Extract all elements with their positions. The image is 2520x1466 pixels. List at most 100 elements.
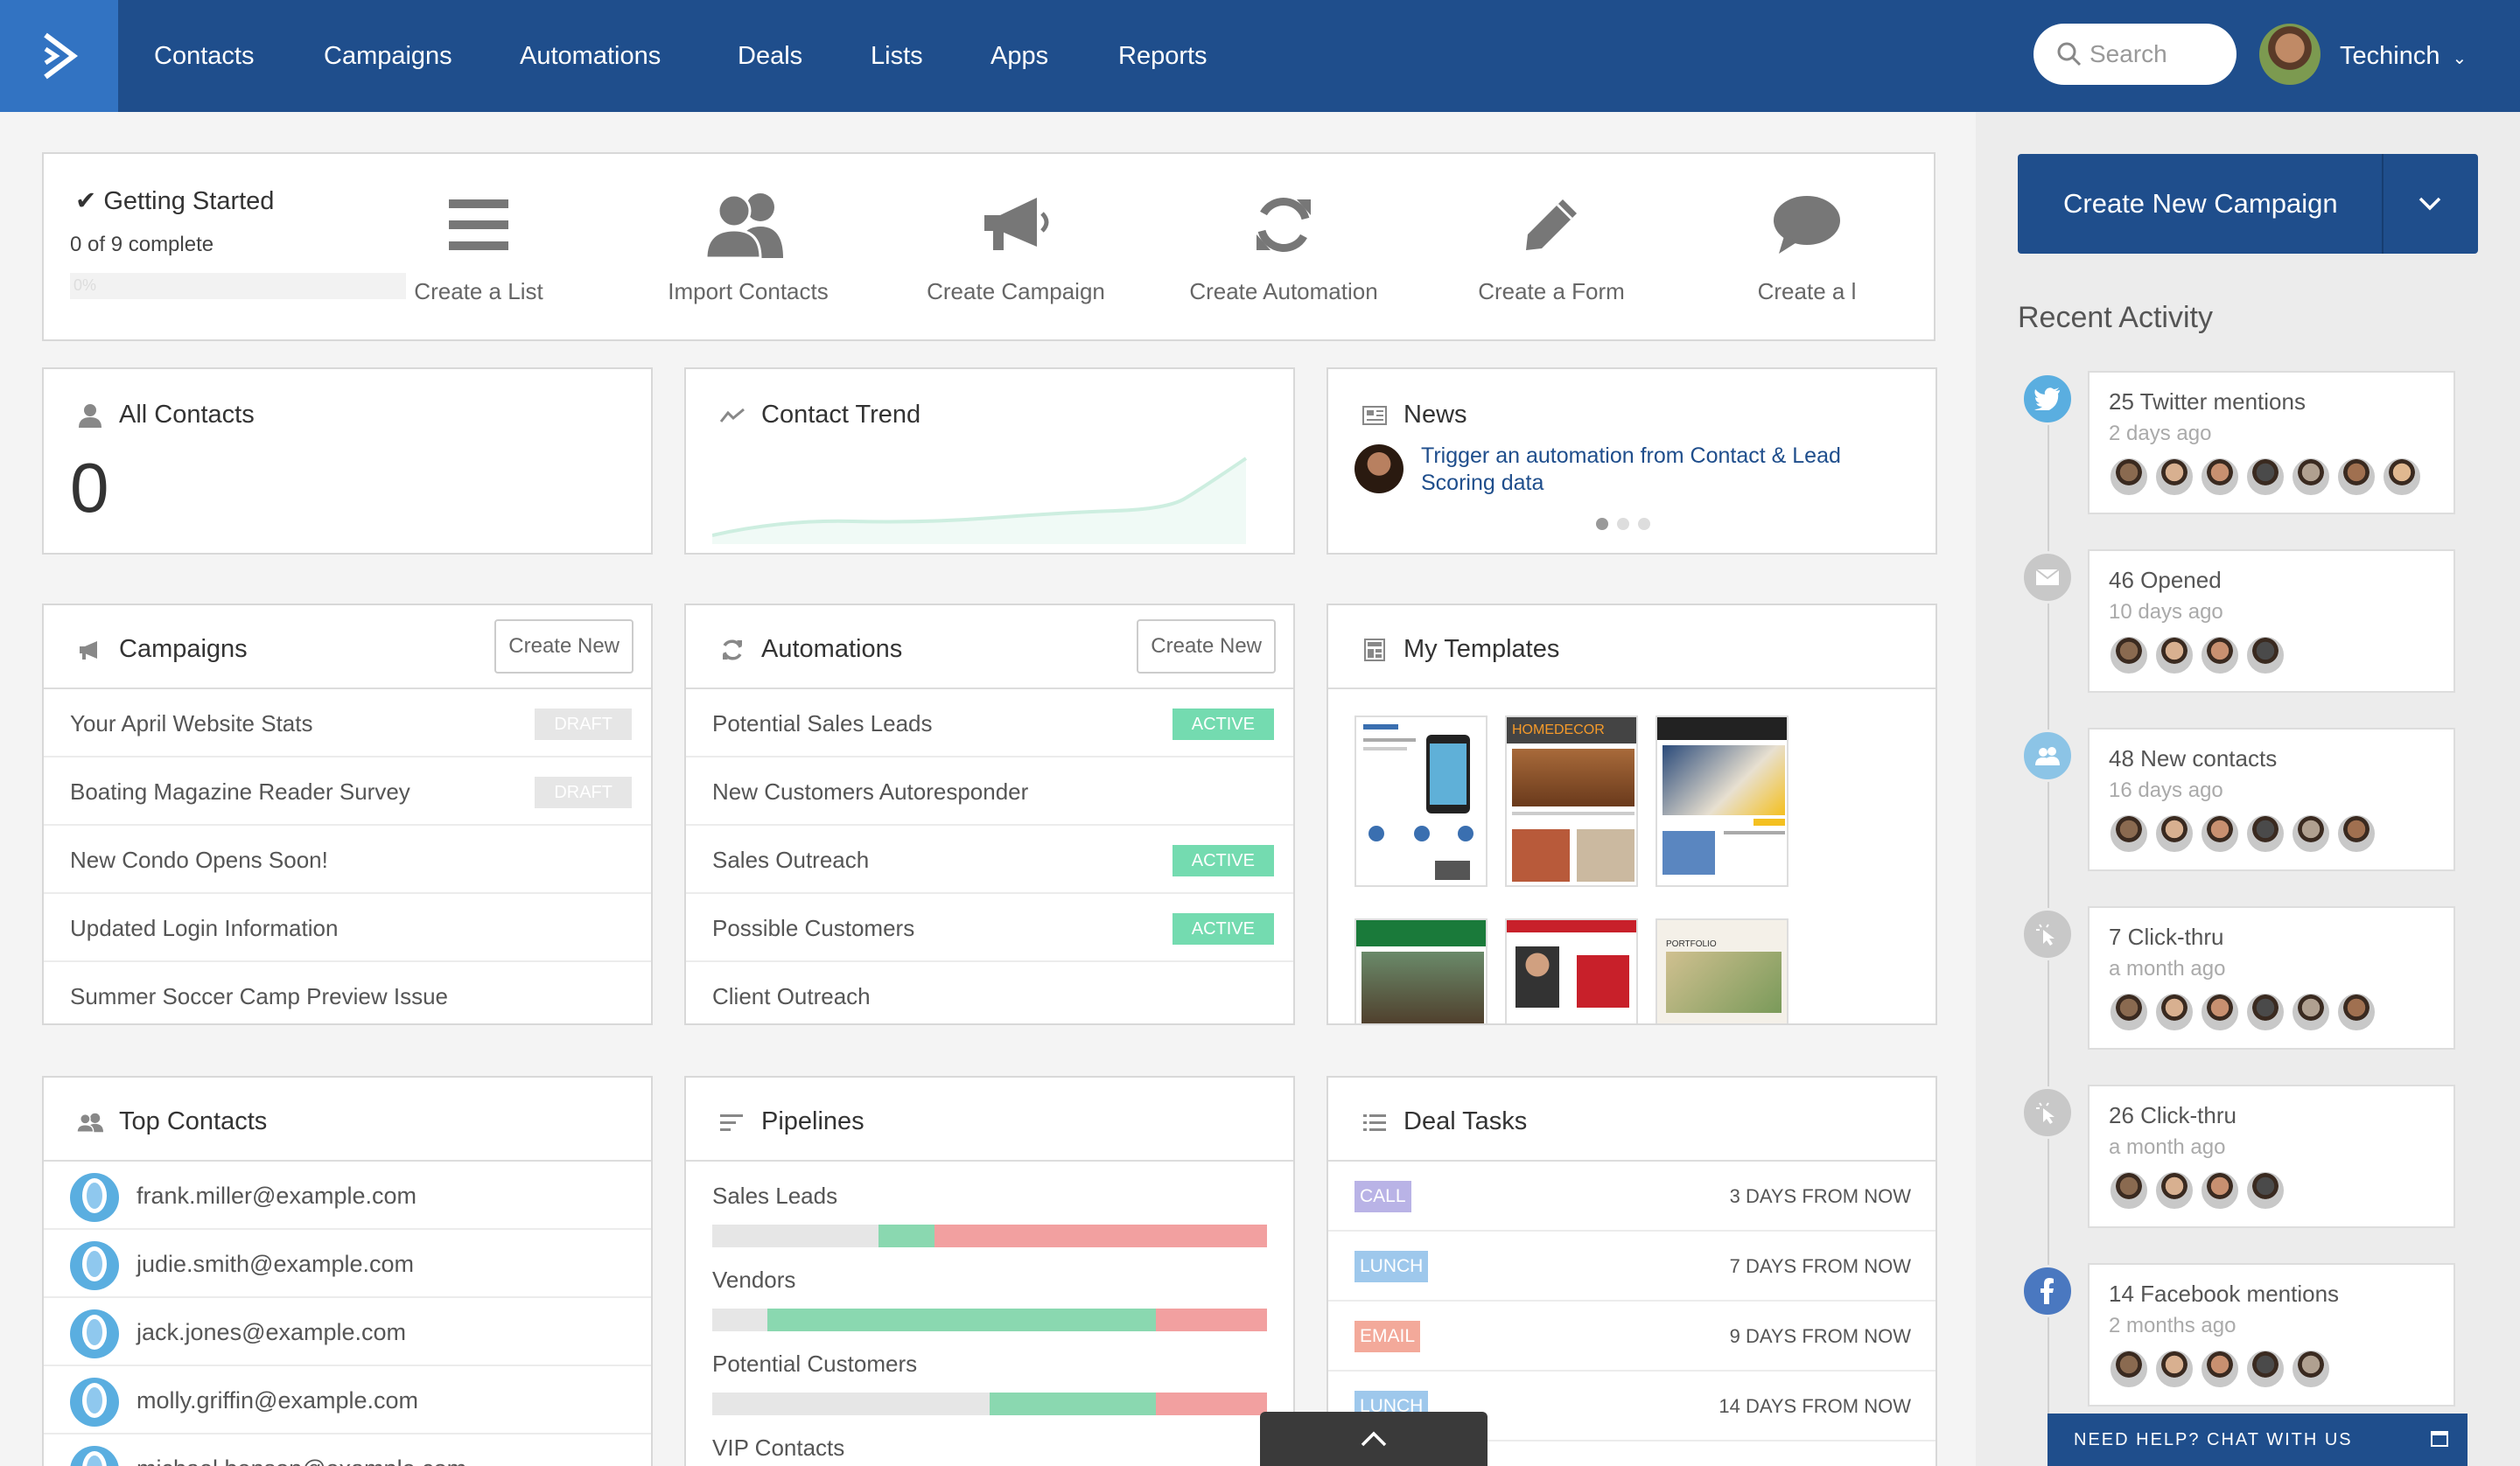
logo[interactable]: [0, 0, 118, 112]
template-thumbnail[interactable]: [1505, 918, 1638, 1023]
activity-avatar[interactable]: [2336, 457, 2376, 497]
nav-deals[interactable]: Deals: [738, 0, 802, 112]
activity-avatar[interactable]: [2154, 1349, 2194, 1389]
deal-task-row[interactable]: EMAIL 9 DAYS FROM NOW: [1328, 1302, 1936, 1372]
activity-card[interactable]: 25 Twitter mentions 2 days ago: [2088, 371, 2455, 514]
automations-create-new-button[interactable]: Create New: [1137, 619, 1276, 674]
campaign-row[interactable]: Updated Login Information: [44, 894, 651, 962]
nav-apps[interactable]: Apps: [990, 0, 1048, 112]
step-create-more[interactable]: Create a l: [1732, 185, 1934, 305]
activity-avatar[interactable]: [2109, 1349, 2149, 1389]
step-create-list[interactable]: Create a List: [369, 185, 588, 305]
activity-avatar[interactable]: [2245, 635, 2286, 675]
automation-row[interactable]: Possible Customers ACTIVE: [686, 894, 1293, 962]
campaign-row[interactable]: Boating Magazine Reader Survey DRAFT: [44, 757, 651, 826]
activity-card[interactable]: 7 Click-thru a month ago: [2088, 906, 2455, 1050]
search-input[interactable]: Search: [2034, 24, 2236, 85]
activity-avatar[interactable]: [2154, 457, 2194, 497]
step-create-campaign[interactable]: Create Campaign: [906, 185, 1125, 305]
contact-row[interactable]: jack.jones@example.com: [44, 1298, 651, 1366]
activity-avatar[interactable]: [2245, 813, 2286, 854]
template-thumbnail[interactable]: HOMEDECOR: [1505, 716, 1638, 887]
activity-avatar[interactable]: [2245, 1349, 2286, 1389]
news-page-dot[interactable]: [1638, 518, 1650, 530]
activity-avatar[interactable]: [2109, 992, 2149, 1032]
activity-card[interactable]: 14 Facebook mentions 2 months ago: [2088, 1263, 2455, 1407]
template-thumbnail[interactable]: [1656, 716, 1788, 887]
campaign-row[interactable]: New Condo Opens Soon!: [44, 826, 651, 894]
pipeline-bar: [712, 1309, 1267, 1331]
campaign-row[interactable]: Your April Website Stats DRAFT: [44, 689, 651, 757]
news-page-dot[interactable]: [1617, 518, 1629, 530]
automation-row[interactable]: New Customers Autoresponder: [686, 757, 1293, 826]
step-create-automation[interactable]: Create Automation: [1174, 185, 1393, 305]
activity-avatar[interactable]: [2245, 1170, 2286, 1211]
nav-lists[interactable]: Lists: [871, 0, 923, 112]
activity-avatar[interactable]: [2291, 813, 2331, 854]
deal-task-row[interactable]: LUNCH 7 DAYS FROM NOW: [1328, 1232, 1936, 1302]
nav-campaigns[interactable]: Campaigns: [324, 0, 452, 112]
create-new-campaign-button[interactable]: Create New Campaign: [2018, 154, 2478, 254]
activity-avatar[interactable]: [2291, 1349, 2331, 1389]
news-author-avatar: [1354, 444, 1404, 493]
activity-avatar[interactable]: [2245, 992, 2286, 1032]
activity-avatar[interactable]: [2291, 457, 2331, 497]
activity-avatar[interactable]: [2154, 813, 2194, 854]
automation-row[interactable]: Sales Outreach ACTIVE: [686, 826, 1293, 894]
activity-avatar[interactable]: [2154, 635, 2194, 675]
activity-avatar[interactable]: [2154, 1170, 2194, 1211]
activity-avatar[interactable]: [2336, 813, 2376, 854]
activity-avatar[interactable]: [2200, 635, 2240, 675]
campaign-row[interactable]: Summer Soccer Camp Preview Issue: [44, 962, 651, 1023]
news-headline-link[interactable]: Trigger an automation from Contact & Lea…: [1421, 443, 1911, 497]
chevron-down-icon[interactable]: [2382, 154, 2478, 254]
activity-card[interactable]: 48 New contacts 16 days ago: [2088, 728, 2455, 871]
news-page-dot[interactable]: [1596, 518, 1608, 530]
template-thumbnail[interactable]: [1354, 716, 1488, 887]
contact-row[interactable]: michael.benson@example.com: [44, 1435, 651, 1466]
collapse-panel-button[interactable]: [1260, 1412, 1488, 1466]
activity-avatar[interactable]: [2109, 635, 2149, 675]
user-menu[interactable]: Techinch ⌄: [2340, 0, 2467, 112]
pipeline-name[interactable]: Potential Customers: [712, 1351, 917, 1378]
step-import-contacts[interactable]: Import Contacts: [639, 185, 858, 305]
activity-avatar[interactable]: [2245, 457, 2286, 497]
step-create-form[interactable]: Create a Form: [1442, 185, 1661, 305]
template-thumbnail[interactable]: PORTFOLIO: [1656, 918, 1788, 1023]
activity-avatar[interactable]: [2154, 992, 2194, 1032]
activity-avatar[interactable]: [2336, 992, 2376, 1032]
pipeline-name[interactable]: Vendors: [712, 1267, 795, 1294]
activity-card[interactable]: 46 Opened 10 days ago: [2088, 549, 2455, 693]
user-avatar[interactable]: [2259, 24, 2320, 85]
activity-avatar[interactable]: [2200, 1170, 2240, 1211]
nav-contacts[interactable]: Contacts: [154, 0, 254, 112]
activity-avatar[interactable]: [2200, 813, 2240, 854]
activity-avatar[interactable]: [2291, 992, 2331, 1032]
activity-avatar[interactable]: [2200, 992, 2240, 1032]
pipeline-name[interactable]: Sales Leads: [712, 1183, 837, 1210]
nav-reports[interactable]: Reports: [1118, 0, 1208, 112]
nav-automations[interactable]: Automations: [520, 0, 661, 112]
deal-task-row[interactable]: CALL 3 DAYS FROM NOW: [1328, 1162, 1936, 1232]
activity-avatar[interactable]: [2200, 457, 2240, 497]
template-thumbnail[interactable]: [1354, 918, 1488, 1023]
getting-started-progress-bar: 0%: [70, 273, 406, 299]
logo-chevron-icon: [43, 32, 78, 80]
activity-avatar[interactable]: [2109, 457, 2149, 497]
activity-avatar[interactable]: [2200, 1349, 2240, 1389]
activity-card[interactable]: 26 Click-thru a month ago: [2088, 1085, 2455, 1228]
activity-avatar[interactable]: [2109, 1170, 2149, 1211]
contact-row[interactable]: molly.griffin@example.com: [44, 1366, 651, 1435]
activity-avatar[interactable]: [2109, 813, 2149, 854]
activity-avatar[interactable]: [2382, 457, 2422, 497]
pipeline-name[interactable]: VIP Contacts: [712, 1435, 844, 1462]
automation-row[interactable]: Client Outreach: [686, 962, 1293, 1023]
task-type-badge: LUNCH: [1354, 1251, 1429, 1282]
contact-row[interactable]: judie.smith@example.com: [44, 1230, 651, 1298]
recent-activity-title: Recent Activity: [2018, 301, 2213, 334]
automation-row[interactable]: Potential Sales Leads ACTIVE: [686, 689, 1293, 757]
contact-trend-card: Contact Trend: [684, 367, 1295, 555]
campaigns-create-new-button[interactable]: Create New: [494, 619, 634, 674]
chat-help-button[interactable]: NEED HELP? CHAT WITH US: [2048, 1414, 2468, 1466]
contact-row[interactable]: frank.miller@example.com: [44, 1162, 651, 1230]
